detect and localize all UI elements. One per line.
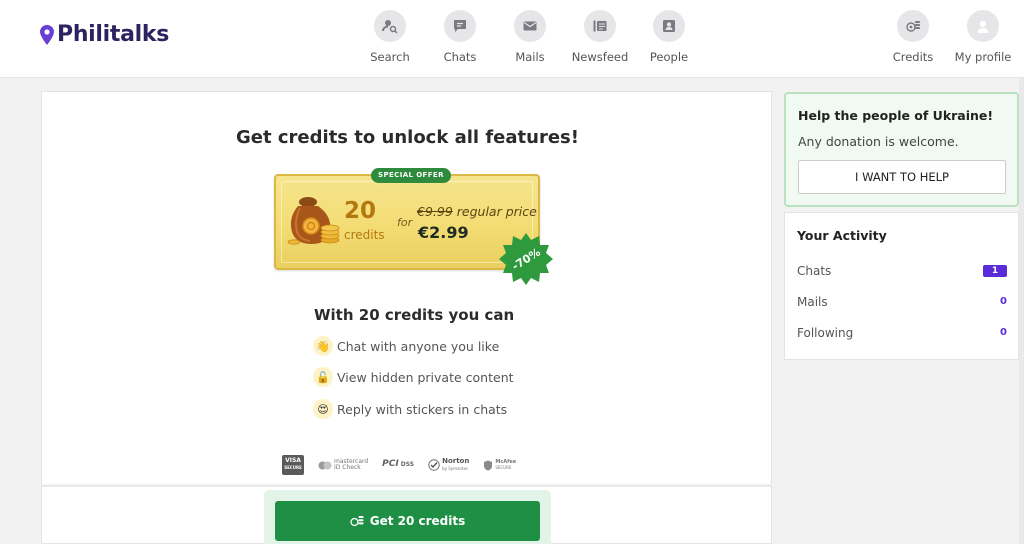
payment-logos: VISA SECURE mastercard ID Check PCI DSS No… xyxy=(282,454,516,476)
mastercard-logo: mastercard ID Check xyxy=(318,458,368,472)
nav-label: Search xyxy=(370,50,410,64)
want-to-help-button[interactable]: I WANT TO HELP xyxy=(798,160,1006,194)
activity-label: Following xyxy=(797,326,854,340)
visa-secure-logo: VISA SECURE xyxy=(282,455,304,475)
get-credits-button[interactable]: Get 20 credits xyxy=(275,501,540,541)
nav-label: Mails xyxy=(515,50,545,64)
chats-count-badge: 1 xyxy=(983,265,1007,277)
activity-row-chats[interactable]: Chats 1 xyxy=(797,263,1007,279)
checkout-bar: Get 20 credits xyxy=(41,485,772,544)
your-activity-card: Your Activity Chats 1 Mails 0 Following … xyxy=(784,212,1019,360)
chat-bubble-icon xyxy=(444,10,476,42)
features-title: With 20 credits you can xyxy=(314,306,515,324)
envelope-icon xyxy=(514,10,546,42)
nav-newsfeed[interactable]: Newsfeed xyxy=(565,10,635,64)
top-header: Philitalks Search Chats Mails Newsfeed P… xyxy=(0,0,1024,78)
feature-item: 🔓 View hidden private content xyxy=(313,367,514,387)
feature-item: 😍 Reply with stickers in chats xyxy=(313,399,507,419)
nav-search[interactable]: Search xyxy=(355,10,425,64)
ukraine-donation-card: Help the people of Ukraine! Any donation… xyxy=(784,92,1019,207)
activity-row-mails[interactable]: Mails 0 xyxy=(797,294,1007,310)
nav-label: Chats xyxy=(443,50,477,64)
feature-item: 👋 Chat with anyone you like xyxy=(313,336,499,356)
nav-credits[interactable]: Credits xyxy=(878,10,948,64)
ukraine-title: Help the people of Ukraine! xyxy=(798,108,994,123)
visa-sub-text: SECURE xyxy=(284,465,302,470)
page-scrollbar[interactable] xyxy=(1019,78,1024,544)
nav-people[interactable]: People xyxy=(634,10,704,64)
mails-count: 0 xyxy=(1000,296,1007,307)
feature-text: Chat with anyone you like xyxy=(337,338,500,354)
visa-text: VISA xyxy=(285,457,301,464)
mcafee-logo: McAfee SECURE xyxy=(483,459,516,472)
dss-text: DSS xyxy=(400,460,415,468)
mcafee-shield-icon xyxy=(484,460,493,470)
pci-text: PCI xyxy=(382,459,399,470)
newsfeed-icon xyxy=(584,10,616,42)
feature-text: Reply with stickers in chats xyxy=(337,401,508,417)
pci-dss-logo: PCI DSS xyxy=(382,459,415,470)
heart-eyes-icon: 😍 xyxy=(313,399,333,419)
logo-text: Philitalks xyxy=(57,22,170,47)
search-user-icon xyxy=(374,10,406,42)
old-price-value: €9.99 xyxy=(417,204,453,219)
mcafee-sub-text: SECURE xyxy=(495,465,512,470)
nav-label: My profile xyxy=(954,50,1012,64)
nav-label: Newsfeed xyxy=(571,50,629,64)
ukraine-subtitle: Any donation is welcome. xyxy=(798,134,959,149)
coins-icon xyxy=(897,10,929,42)
nav-chats[interactable]: Chats xyxy=(425,10,495,64)
logo[interactable]: Philitalks xyxy=(40,22,169,47)
logo-pin-icon xyxy=(40,24,54,45)
activity-label: Mails xyxy=(797,295,828,309)
nav-label: Credits xyxy=(892,50,934,64)
coins-icon xyxy=(350,516,364,527)
nav-mails[interactable]: Mails xyxy=(495,10,565,64)
norton-check-icon xyxy=(428,459,440,471)
offer-credits-word: credits xyxy=(344,228,385,242)
discount-badge: -70% xyxy=(499,233,553,285)
waving-hand-icon: 👋 xyxy=(313,336,333,356)
activity-title: Your Activity xyxy=(797,228,887,243)
activity-label: Chats xyxy=(797,264,832,278)
mastercard-circles-icon xyxy=(318,461,332,469)
cta-highlight: Get 20 credits xyxy=(264,490,551,544)
old-price: €9.99 regular price xyxy=(417,204,537,219)
money-bag-icon xyxy=(287,197,340,245)
old-price-suffix: regular price xyxy=(452,204,537,219)
feature-text: View hidden private content xyxy=(337,369,514,385)
mcafee-text: McAfee xyxy=(495,458,517,465)
person-card-icon xyxy=(653,10,685,42)
nav-my-profile[interactable]: My profile xyxy=(948,10,1018,64)
special-offer-box[interactable]: SPECIAL OFFER 20 credits for €9.99 regul… xyxy=(274,168,553,285)
mastercard-sub-text: ID Check xyxy=(334,464,361,471)
page-title: Get credits to unlock all features! xyxy=(236,127,579,148)
credits-offer-card: Get credits to unlock all features! SPEC… xyxy=(41,91,772,484)
unlock-icon: 🔓 xyxy=(313,367,333,387)
norton-logo: Norton by Symantec xyxy=(428,457,470,472)
offer-for-word: for xyxy=(397,216,413,229)
offer-credits-amount: 20 xyxy=(344,198,377,224)
new-price: €2.99 xyxy=(418,223,469,242)
activity-row-following[interactable]: Following 0 xyxy=(797,325,1007,341)
norton-sub-text: by Symantec xyxy=(442,465,469,471)
avatar-icon xyxy=(967,10,999,42)
special-offer-tag: SPECIAL OFFER xyxy=(371,168,451,183)
following-count: 0 xyxy=(1000,327,1007,338)
norton-text: Norton xyxy=(442,457,470,466)
nav-label: People xyxy=(649,50,689,64)
get-credits-label: Get 20 credits xyxy=(369,514,466,528)
